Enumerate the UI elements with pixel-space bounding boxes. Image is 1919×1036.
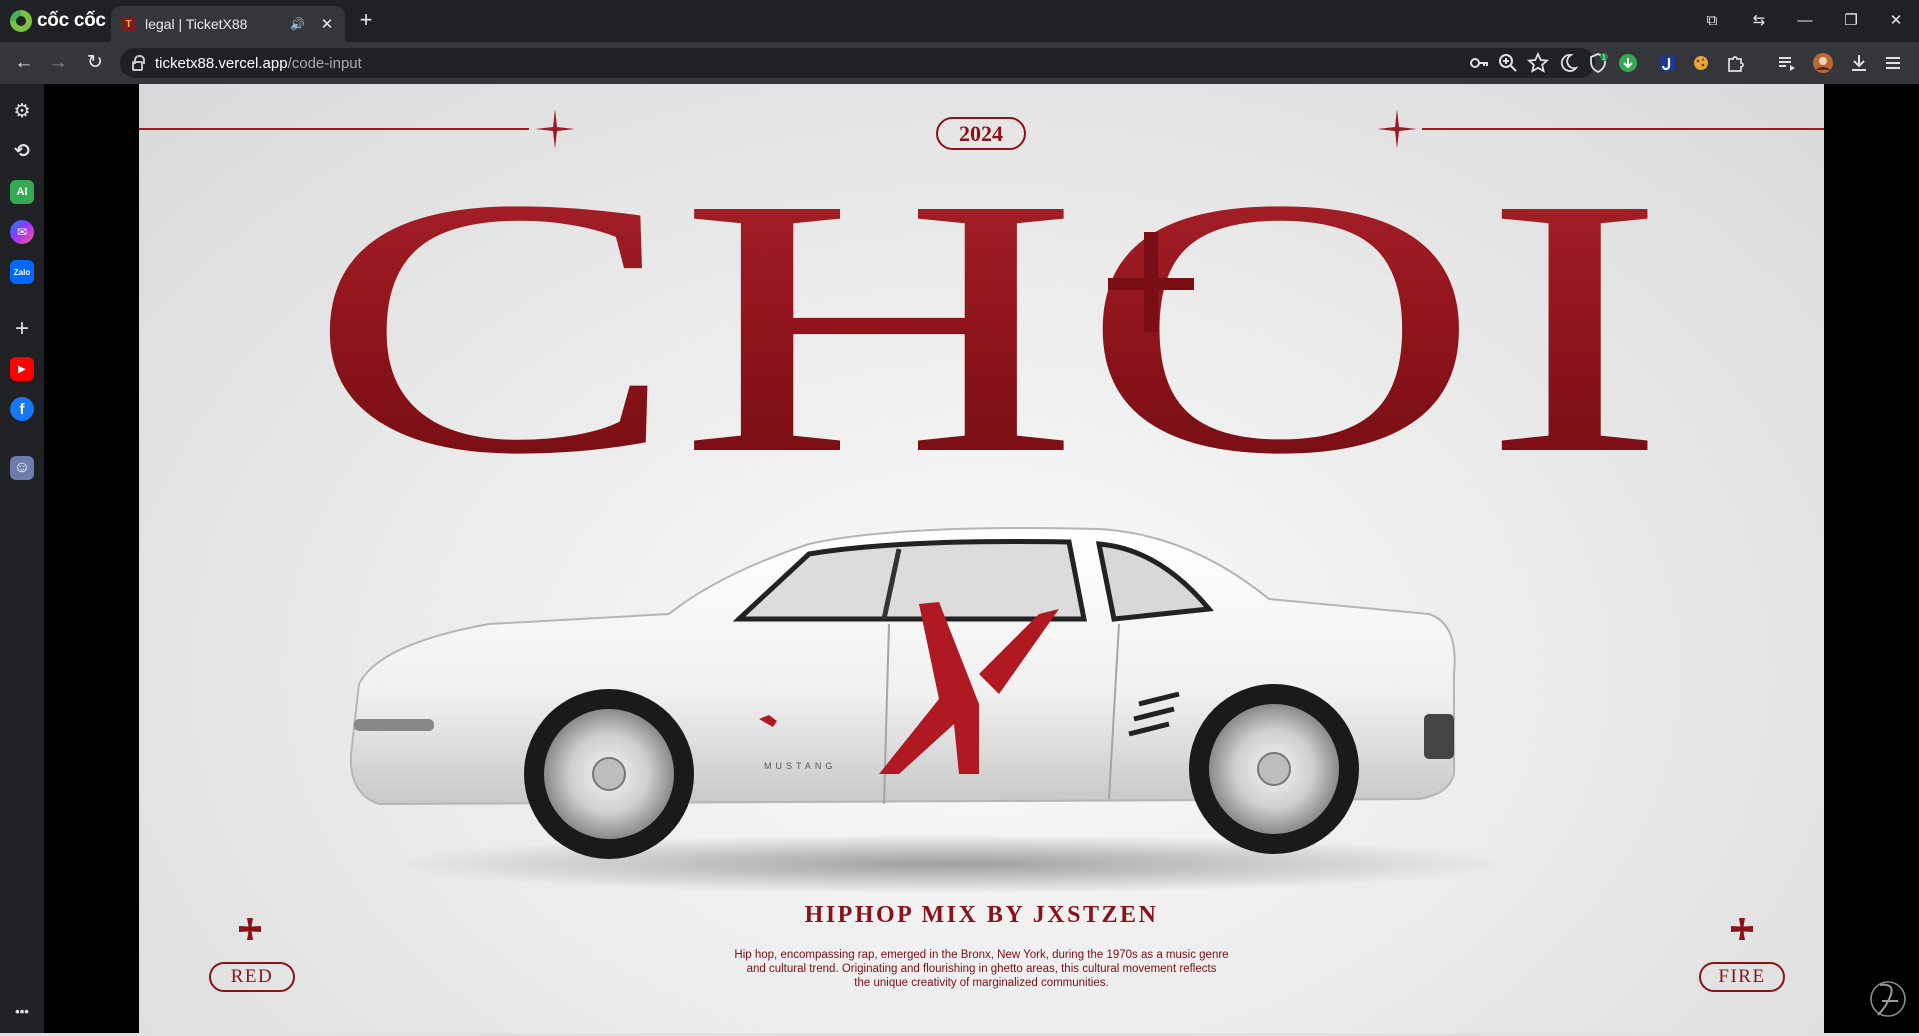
- fire-tag: FIRE: [1699, 962, 1785, 992]
- navigation-toolbar: ← → ↻ ticketx88.vercel.app/code-input 1: [0, 42, 1919, 84]
- top-right-rule: [1422, 128, 1824, 130]
- brand-name: cốc cốc: [37, 10, 106, 31]
- reload-button[interactable]: ↻: [82, 50, 108, 76]
- close-window-button[interactable]: ✕: [1881, 8, 1911, 34]
- youtube-icon[interactable]: ▶: [10, 357, 34, 381]
- description: Hip hop, encompassing rap, emerged in th…: [699, 948, 1264, 990]
- add-app-icon[interactable]: +: [10, 315, 34, 342]
- restore-button[interactable]: ❐: [1836, 8, 1866, 34]
- ai-assistant-icon[interactable]: AI: [10, 180, 34, 204]
- settings-icon[interactable]: ⚙: [10, 99, 34, 123]
- page-viewport: 2024 CHOI MUSTANG HIPHOP MIX BY JXSTZEN …: [44, 84, 1919, 1033]
- puzzle-icon[interactable]: [1725, 52, 1747, 74]
- zalo-icon[interactable]: Zalo: [10, 260, 34, 284]
- mustang-badge: MUSTANG: [764, 761, 836, 771]
- download-green-icon[interactable]: [1617, 52, 1639, 74]
- star-icon[interactable]: [1527, 52, 1549, 74]
- description-line: Hip hop, encompassing rap, emerged in th…: [734, 949, 1229, 961]
- cross-horizontal: [1108, 278, 1194, 290]
- speaker-icon[interactable]: 🔊: [290, 17, 305, 31]
- more-icon[interactable]: •••: [10, 999, 34, 1023]
- profile-avatar-icon[interactable]: [1812, 52, 1834, 74]
- cookie-icon[interactable]: [1690, 52, 1712, 74]
- mustang-car-image: MUSTANG: [349, 527, 1509, 894]
- description-line: and cultural trend. Originating and flou…: [746, 963, 1217, 975]
- description-line: the unique creativity of marginalized co…: [854, 977, 1109, 989]
- j-extension-icon[interactable]: [1656, 52, 1678, 74]
- active-tab[interactable]: T legal | TicketX88 🔊 ✕: [111, 6, 345, 42]
- right-sparkle-icon: [1377, 109, 1417, 149]
- left-sparkle-icon: [535, 109, 575, 149]
- shield-badge-icon[interactable]: 1: [1587, 52, 1609, 74]
- playlist-icon[interactable]: [1776, 52, 1798, 74]
- tab-bar: cốc cốc T legal | TicketX88 🔊 ✕ + ⧉ ⇆ — …: [0, 0, 1919, 42]
- browser-brand[interactable]: cốc cốc: [10, 9, 106, 33]
- history-icon[interactable]: ⟲: [10, 139, 34, 163]
- tab-title: legal | TicketX88: [145, 16, 248, 32]
- browser-sidebar: ⚙ ⟲ AI ✉ Zalo + ▶ f ☺ •••: [0, 84, 44, 1034]
- lock-icon[interactable]: [132, 54, 145, 71]
- coccoc-logo-icon: [10, 10, 32, 32]
- zoom-icon[interactable]: [1497, 52, 1519, 74]
- left-cross-icon: [239, 918, 261, 940]
- top-left-rule: [139, 128, 529, 130]
- choi-title-text: CHOI: [307, 172, 1667, 462]
- moon-icon[interactable]: [1557, 52, 1579, 74]
- profile-icon[interactable]: ☺: [10, 456, 34, 480]
- url-text[interactable]: ticketx88.vercel.app/code-input: [155, 55, 362, 72]
- download-icon[interactable]: [1848, 52, 1870, 74]
- minimize-button[interactable]: —: [1790, 8, 1820, 34]
- facebook-icon[interactable]: f: [10, 397, 34, 421]
- year-badge: 2024: [936, 117, 1026, 150]
- address-bar[interactable]: ticketx88.vercel.app/code-input: [120, 48, 1595, 78]
- choi-title: CHOI: [307, 172, 1667, 462]
- right-cross-icon: [1731, 918, 1753, 940]
- mix-subtitle: HIPHOP MIX BY JXSTZEN: [804, 902, 1159, 928]
- svg-text:1: 1: [1602, 55, 1606, 62]
- new-tab-button[interactable]: +: [354, 9, 378, 33]
- messenger-icon[interactable]: ✉: [10, 220, 34, 244]
- forward-button[interactable]: →: [45, 50, 71, 76]
- tab-search-icon[interactable]: ⧉: [1697, 8, 1727, 34]
- red-tag: RED: [209, 962, 295, 992]
- hero-section: 2024 CHOI MUSTANG HIPHOP MIX BY JXSTZEN …: [139, 84, 1824, 1033]
- signature-logo-icon[interactable]: [1868, 975, 1908, 1019]
- back-button[interactable]: ←: [11, 50, 37, 76]
- key-icon[interactable]: [1468, 52, 1490, 74]
- menu-icon[interactable]: [1882, 52, 1904, 74]
- close-tab-icon[interactable]: ✕: [319, 15, 335, 33]
- ticket-favicon-icon: T: [121, 16, 136, 32]
- history-icon[interactable]: ⇆: [1744, 8, 1774, 34]
